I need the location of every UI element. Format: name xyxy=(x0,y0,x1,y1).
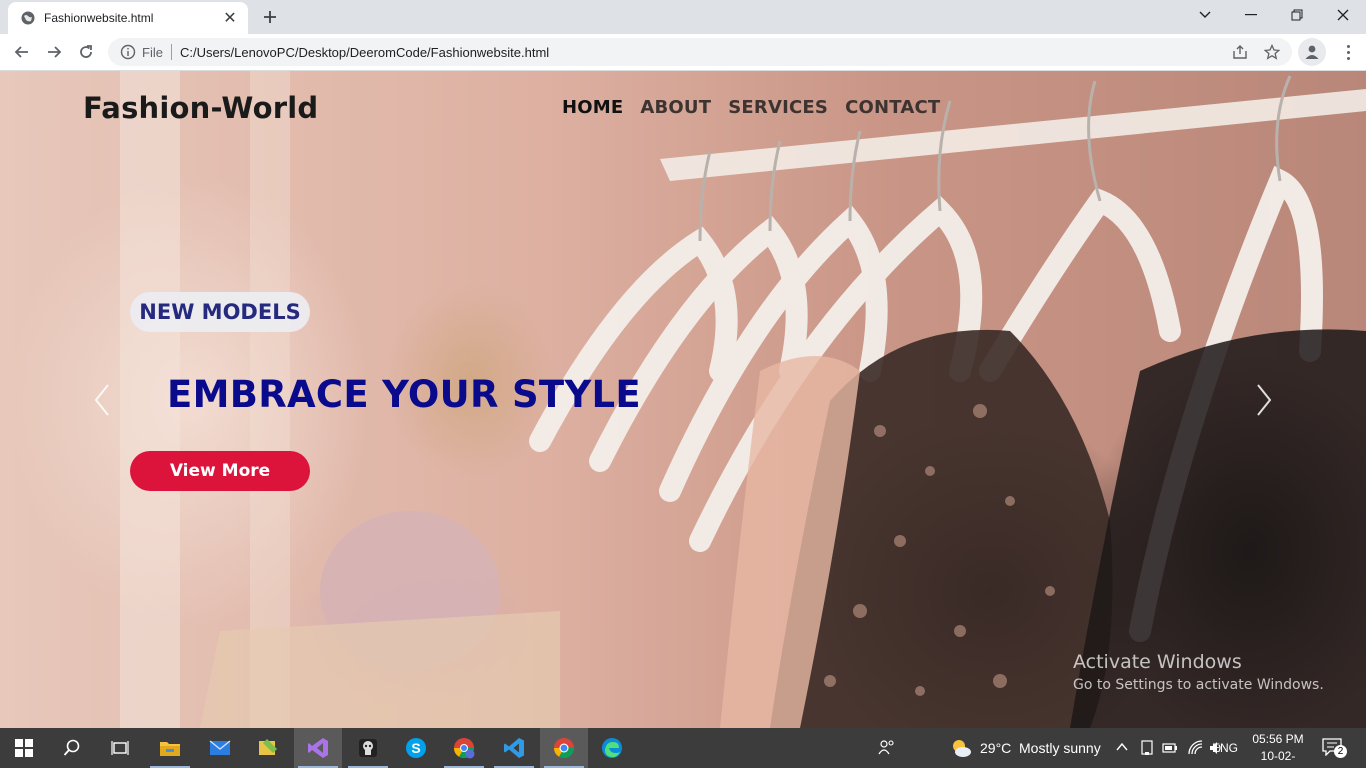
skype-button[interactable]: S xyxy=(392,728,440,768)
task-view-icon xyxy=(111,741,129,755)
wifi-icon[interactable] xyxy=(1188,740,1204,756)
plus-icon xyxy=(264,11,276,23)
tab-strip: Fashionwebsite.html ✕ xyxy=(0,0,1366,34)
clock[interactable]: 05:56 PM 10-02-2022 xyxy=(1248,731,1308,768)
weather-text[interactable]: Mostly sunny xyxy=(1019,740,1101,756)
windows-taskbar: S 29°C Mostly sunny ENG 05:56 PM 10-02- 2… xyxy=(0,728,1366,768)
game-icon xyxy=(359,739,377,757)
omnibox-divider xyxy=(170,44,172,60)
visual-studio-icon xyxy=(308,738,328,758)
clock-date: 10-02-2022 xyxy=(1260,749,1296,768)
forward-button[interactable] xyxy=(40,38,68,66)
nav-home[interactable]: HOME xyxy=(562,97,623,118)
activate-subtitle: Go to Settings to activate Windows. xyxy=(1073,677,1324,693)
chrome-icon xyxy=(553,738,575,759)
taskbar-search-button[interactable] xyxy=(48,728,96,768)
notification-center-button[interactable]: 2 xyxy=(1322,738,1347,758)
carousel-next-icon[interactable] xyxy=(1254,383,1274,417)
file-scheme-label: File xyxy=(142,44,163,60)
carousel-prev-icon[interactable] xyxy=(92,383,112,417)
notification-count-badge: 2 xyxy=(1334,745,1347,758)
windows-start-icon xyxy=(15,739,33,757)
main-nav: HOME ABOUT SERVICES CONTACT xyxy=(562,97,940,118)
site-logo[interactable]: Fashion-World xyxy=(83,91,318,125)
nav-contact[interactable]: CONTACT xyxy=(845,97,940,118)
mail-button[interactable] xyxy=(196,728,244,768)
nav-about[interactable]: ABOUT xyxy=(640,97,711,118)
url-text[interactable]: C:/Users/LenovoPC/Desktop/DeeromCode/Fas… xyxy=(180,45,549,60)
info-icon[interactable] xyxy=(120,44,136,60)
activate-title: Activate Windows xyxy=(1073,651,1242,673)
view-more-button[interactable]: View More xyxy=(130,451,310,491)
arrow-right-icon xyxy=(48,46,62,58)
tool-app-button[interactable] xyxy=(244,728,292,768)
game-app-button[interactable] xyxy=(344,728,392,768)
people-icon[interactable] xyxy=(878,739,896,757)
tab-title: Fashionwebsite.html xyxy=(44,11,154,25)
reload-icon xyxy=(80,45,92,58)
globe-icon xyxy=(21,11,35,25)
bookmark-star-icon[interactable] xyxy=(1264,44,1280,60)
task-view-button[interactable] xyxy=(96,728,144,768)
arrow-left-icon xyxy=(14,46,28,58)
search-icon xyxy=(63,739,80,756)
back-button[interactable] xyxy=(8,38,36,66)
new-models-badge: NEW MODELS xyxy=(130,292,310,332)
weather-icon[interactable] xyxy=(950,737,972,759)
close-icon xyxy=(1337,9,1349,21)
avatar-icon xyxy=(1305,45,1319,59)
device-icon[interactable] xyxy=(1140,740,1154,756)
browser-tab[interactable]: Fashionwebsite.html ✕ xyxy=(8,2,248,34)
chevron-down-icon xyxy=(1199,11,1211,18)
chrome-button[interactable] xyxy=(540,728,588,768)
tool-icon xyxy=(259,739,277,755)
browser-toolbar: File C:/Users/LenovoPC/Desktop/DeeromCod… xyxy=(0,34,1366,71)
file-explorer-button[interactable] xyxy=(146,728,194,768)
edge-button[interactable] xyxy=(588,728,636,768)
vscode-icon xyxy=(504,738,524,758)
chrome-profile-button[interactable] xyxy=(440,728,488,768)
chrome-profile-icon xyxy=(453,738,475,759)
visual-studio-button[interactable] xyxy=(294,728,342,768)
language-indicator[interactable]: ENG xyxy=(1212,741,1238,755)
activate-windows-watermark: Activate Windows Go to Settings to activ… xyxy=(1073,651,1324,693)
battery-icon[interactable] xyxy=(1162,741,1178,755)
hero-section: Fashion-World HOME ABOUT SERVICES CONTAC… xyxy=(0,71,1366,728)
clock-time: 05:56 PM xyxy=(1252,732,1304,746)
profile-button[interactable] xyxy=(1298,38,1326,66)
edge-icon xyxy=(602,738,622,758)
file-explorer-icon xyxy=(160,742,180,756)
svg-text:S: S xyxy=(411,740,420,756)
mail-icon xyxy=(209,740,231,755)
tab-close-icon[interactable]: ✕ xyxy=(220,8,240,28)
address-bar[interactable]: File C:/Users/LenovoPC/Desktop/DeeromCod… xyxy=(108,38,1292,66)
restore-icon xyxy=(1291,9,1303,21)
minimize-button[interactable] xyxy=(1228,0,1274,30)
restore-button[interactable] xyxy=(1274,0,1320,30)
browser-menu-button[interactable] xyxy=(1340,40,1356,64)
nav-services[interactable]: SERVICES xyxy=(728,97,828,118)
tab-search-button[interactable] xyxy=(1182,0,1228,30)
start-button[interactable] xyxy=(0,728,48,768)
reload-button[interactable] xyxy=(72,38,100,66)
new-tab-button[interactable] xyxy=(258,5,282,29)
minimize-icon xyxy=(1245,14,1257,16)
close-window-button[interactable] xyxy=(1320,0,1366,30)
skype-icon: S xyxy=(406,738,426,758)
hero-headline: EMBRACE YOUR STYLE xyxy=(167,373,642,416)
weather-temp[interactable]: 29°C xyxy=(980,740,1011,756)
vscode-button[interactable] xyxy=(490,728,538,768)
share-icon[interactable] xyxy=(1232,44,1248,60)
chevron-up-icon[interactable] xyxy=(1116,742,1128,752)
